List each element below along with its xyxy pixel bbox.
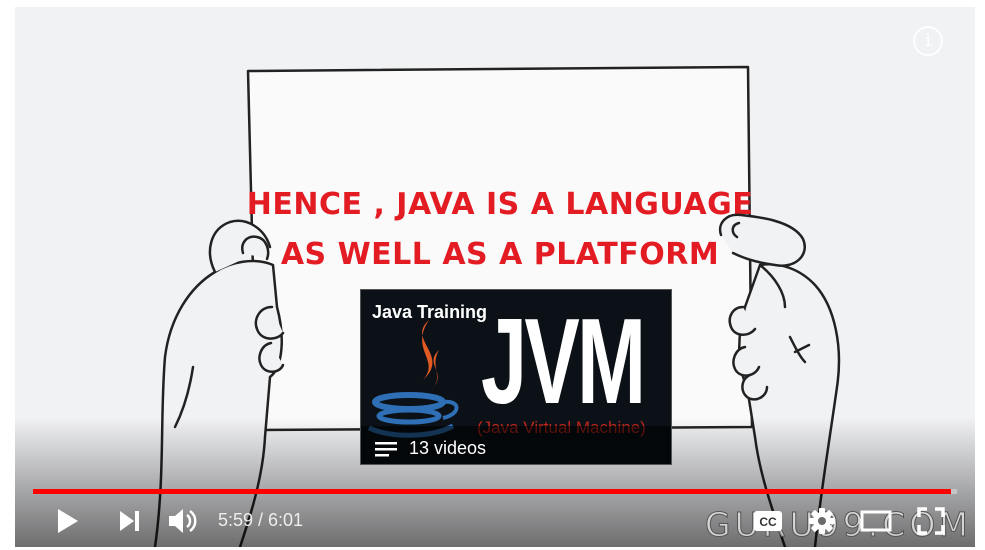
- slogan-line-1: HENCE , JAVA IS A LANGUAGE: [247, 187, 753, 222]
- card-jvm-text: JVM: [481, 293, 646, 429]
- playlist-icon: [375, 442, 397, 457]
- java-logo-icon: [367, 320, 459, 438]
- next-icon[interactable]: [117, 509, 143, 533]
- video-player[interactable]: HENCE , JAVA IS A LANGUAGE AS WELL AS A …: [15, 7, 975, 547]
- fullscreen-icon[interactable]: [917, 507, 945, 535]
- time-display: 5:59 / 6:01: [218, 510, 304, 530]
- progress-played: [33, 489, 952, 494]
- settings-icon[interactable]: [808, 507, 836, 535]
- theater-icon[interactable]: [860, 510, 892, 532]
- play-icon[interactable]: [55, 507, 81, 535]
- card-footer: [361, 426, 671, 464]
- svg-text:CC: CC: [759, 515, 777, 529]
- card-video-count: 13 videos: [409, 438, 487, 458]
- slogan-line-2: AS WELL AS A PLATFORM: [281, 237, 719, 272]
- captions-icon[interactable]: CC: [753, 510, 783, 532]
- progress-bar[interactable]: [33, 489, 957, 494]
- playlist-card[interactable]: JVM (Java Virtual Machine) Java Training…: [360, 289, 672, 465]
- card-title: Java Training: [372, 302, 488, 322]
- volume-icon[interactable]: [167, 506, 199, 536]
- info-button[interactable]: i: [913, 26, 943, 56]
- info-icon: i: [925, 30, 931, 51]
